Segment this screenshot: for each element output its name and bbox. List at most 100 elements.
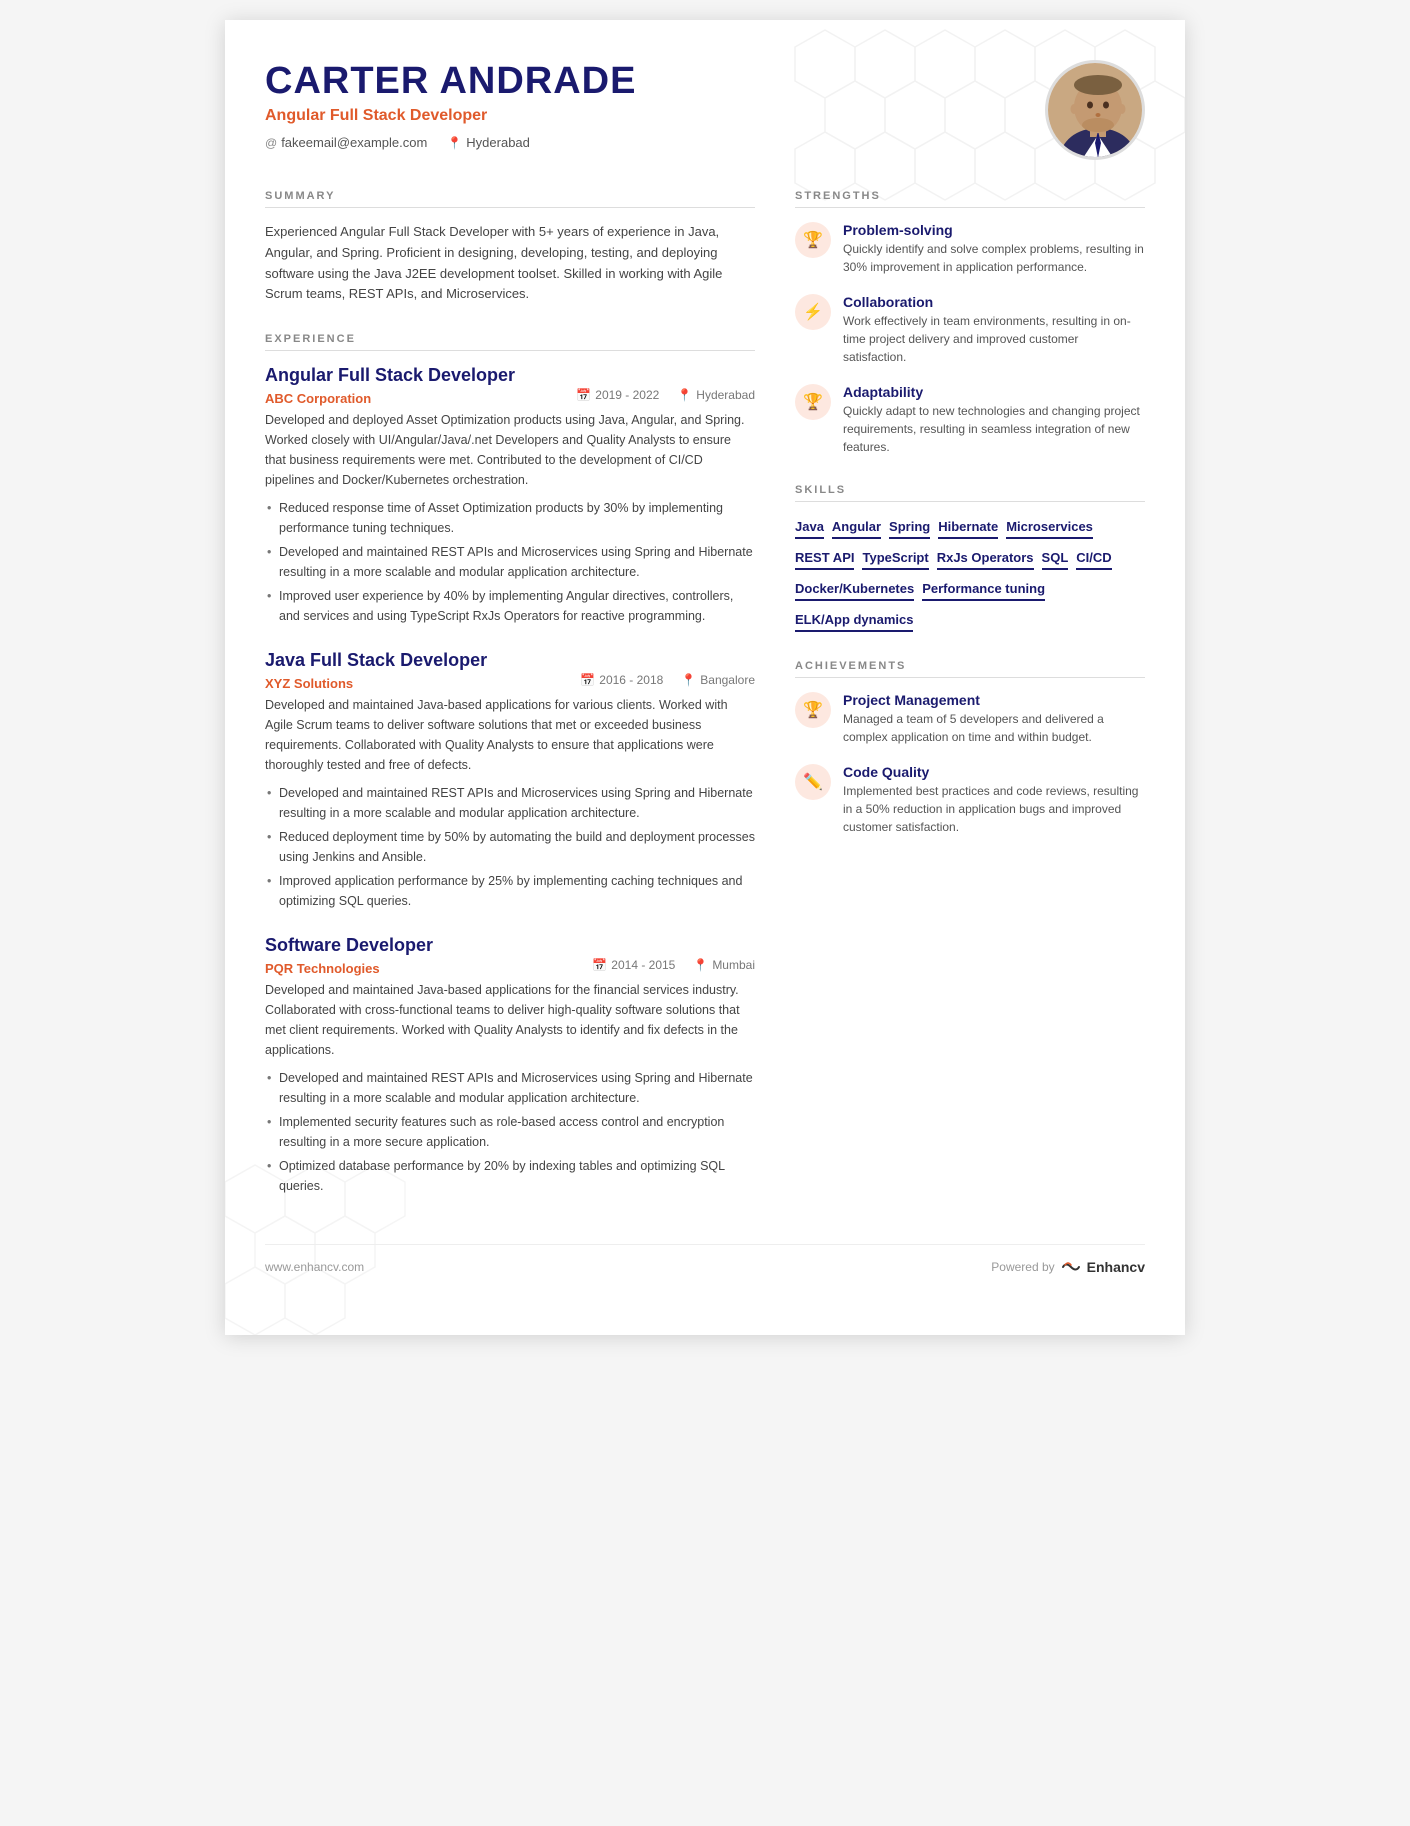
job-2-bullets: Developed and maintained REST APIs and M…: [265, 783, 755, 911]
achievement-1-desc: Managed a team of 5 developers and deliv…: [843, 710, 1145, 746]
skills-section: SKILLS Java Angular Spring Hibernate Mic…: [795, 484, 1145, 632]
summary-section: SUMMARY Experienced Angular Full Stack D…: [265, 190, 755, 305]
skill-elk: ELK/App dynamics: [795, 609, 913, 632]
job-3-meta: 📅 2014 - 2015 📍 Mumbai: [592, 958, 755, 972]
achievement-2-name: Code Quality: [843, 764, 1145, 780]
strength-3-name: Adaptability: [843, 384, 1145, 400]
powered-by-text: Powered by: [991, 1260, 1054, 1274]
job-1-title: Angular Full Stack Developer: [265, 365, 755, 386]
candidate-name: CARTER ANDRADE: [265, 60, 1045, 103]
candidate-title: Angular Full Stack Developer: [265, 107, 1045, 125]
achievement-icon-2: ✏️: [795, 764, 831, 800]
footer-website: www.enhancv.com: [265, 1260, 364, 1274]
location-contact: 📍 Hyderabad: [447, 135, 530, 150]
job-3-company: PQR Technologies: [265, 961, 380, 976]
job-2-bullet-3: Improved application performance by 25% …: [265, 871, 755, 911]
right-column: STRENGTHS 🏆 Problem-solving Quickly iden…: [795, 190, 1145, 1224]
job-1-desc: Developed and deployed Asset Optimizatio…: [265, 410, 755, 490]
skills-label: SKILLS: [795, 484, 1145, 502]
summary-label: SUMMARY: [265, 190, 755, 208]
job-2-bullet-2: Reduced deployment time by 50% by automa…: [265, 827, 755, 867]
achievement-icon-1: 🏆: [795, 692, 831, 728]
strength-problem-solving: 🏆 Problem-solving Quickly identify and s…: [795, 222, 1145, 276]
email-icon: @: [265, 136, 277, 150]
skill-performance: Performance tuning: [922, 578, 1045, 601]
location-value: Hyderabad: [466, 135, 530, 150]
skill-cicd: CI/CD: [1076, 547, 1111, 570]
job-angular-fullstack: Angular Full Stack Developer ABC Corpora…: [265, 365, 755, 626]
avatar: [1045, 60, 1145, 160]
job-3-bullet-2: Implemented security features such as ro…: [265, 1112, 755, 1152]
resume-footer: www.enhancv.com Powered by Enhancv: [265, 1244, 1145, 1275]
job-3-period: 📅 2014 - 2015: [592, 958, 675, 972]
skill-sql: SQL: [1042, 547, 1069, 570]
strength-collaboration: ⚡ Collaboration Work effectively in team…: [795, 294, 1145, 366]
contact-info: @ fakeemail@example.com 📍 Hyderabad: [265, 135, 1045, 150]
job-software-developer: Software Developer PQR Technologies 📅 20…: [265, 935, 755, 1196]
email-contact: @ fakeemail@example.com: [265, 135, 427, 150]
job-3-title: Software Developer: [265, 935, 755, 956]
job-1-bullets: Reduced response time of Asset Optimizat…: [265, 498, 755, 626]
pin-icon-3: 📍: [693, 958, 708, 972]
skills-grid: Java Angular Spring Hibernate Microservi…: [795, 516, 1145, 632]
achievements-label: ACHIEVEMENTS: [795, 660, 1145, 678]
strengths-section: STRENGTHS 🏆 Problem-solving Quickly iden…: [795, 190, 1145, 456]
resume-header: CARTER ANDRADE Angular Full Stack Develo…: [265, 60, 1145, 160]
skill-docker: Docker/Kubernetes: [795, 578, 914, 601]
job-3-location: 📍 Mumbai: [693, 958, 755, 972]
job-1-bullet-2: Developed and maintained REST APIs and M…: [265, 542, 755, 582]
job-2-period: 📅 2016 - 2018: [580, 673, 663, 687]
strengths-label: STRENGTHS: [795, 190, 1145, 208]
summary-text: Experienced Angular Full Stack Developer…: [265, 222, 755, 305]
experience-label: EXPERIENCE: [265, 333, 755, 351]
strength-1-desc: Quickly identify and solve complex probl…: [843, 240, 1145, 276]
job-2-bullet-1: Developed and maintained REST APIs and M…: [265, 783, 755, 823]
job-2-location: 📍 Bangalore: [681, 673, 755, 687]
strength-icon-2: ⚡: [795, 294, 831, 330]
job-1-meta: 📅 2019 - 2022 📍 Hyderabad: [576, 388, 755, 402]
job-3-bullets: Developed and maintained REST APIs and M…: [265, 1068, 755, 1196]
calendar-icon: 📅: [576, 388, 591, 402]
skill-hibernate: Hibernate: [938, 516, 998, 539]
main-layout: SUMMARY Experienced Angular Full Stack D…: [265, 190, 1145, 1224]
job-1-period: 📅 2019 - 2022: [576, 388, 659, 402]
job-1-bullet-3: Improved user experience by 40% by imple…: [265, 586, 755, 626]
calendar-icon-2: 📅: [580, 673, 595, 687]
achievement-project-mgmt: 🏆 Project Management Managed a team of 5…: [795, 692, 1145, 746]
skill-java: Java: [795, 516, 824, 539]
job-3-bullet-1: Developed and maintained REST APIs and M…: [265, 1068, 755, 1108]
footer-powered: Powered by Enhancv: [991, 1259, 1145, 1275]
achievement-1-name: Project Management: [843, 692, 1145, 708]
job-1-bullet-1: Reduced response time of Asset Optimizat…: [265, 498, 755, 538]
pin-icon: 📍: [677, 388, 692, 402]
achievement-code-quality: ✏️ Code Quality Implemented best practic…: [795, 764, 1145, 836]
strength-1-name: Problem-solving: [843, 222, 1145, 238]
job-1-company: ABC Corporation: [265, 391, 371, 406]
email-value: fakeemail@example.com: [281, 135, 427, 150]
enhancv-logo-mark: [1061, 1260, 1081, 1274]
skill-rest-api: REST API: [795, 547, 854, 570]
job-2-title: Java Full Stack Developer: [265, 650, 755, 671]
header-left: CARTER ANDRADE Angular Full Stack Develo…: [265, 60, 1045, 150]
achievements-section: ACHIEVEMENTS 🏆 Project Management Manage…: [795, 660, 1145, 836]
job-2-meta: 📅 2016 - 2018 📍 Bangalore: [580, 673, 755, 687]
location-icon: 📍: [447, 136, 462, 150]
skill-spring: Spring: [889, 516, 930, 539]
job-3-bullet-3: Optimized database performance by 20% by…: [265, 1156, 755, 1196]
job-1-location: 📍 Hyderabad: [677, 388, 755, 402]
skill-angular: Angular: [832, 516, 881, 539]
job-2-company: XYZ Solutions: [265, 676, 353, 691]
strength-adaptability: 🏆 Adaptability Quickly adapt to new tech…: [795, 384, 1145, 456]
brand-name: Enhancv: [1087, 1259, 1145, 1275]
experience-section: EXPERIENCE Angular Full Stack Developer …: [265, 333, 755, 1196]
skill-typescript: TypeScript: [862, 547, 928, 570]
job-java-fullstack: Java Full Stack Developer XYZ Solutions …: [265, 650, 755, 911]
strength-icon-1: 🏆: [795, 222, 831, 258]
achievement-2-desc: Implemented best practices and code revi…: [843, 782, 1145, 836]
skill-microservices: Microservices: [1006, 516, 1093, 539]
strength-icon-3: 🏆: [795, 384, 831, 420]
strength-3-desc: Quickly adapt to new technologies and ch…: [843, 402, 1145, 456]
strength-2-desc: Work effectively in team environments, r…: [843, 312, 1145, 366]
left-column: SUMMARY Experienced Angular Full Stack D…: [265, 190, 755, 1224]
calendar-icon-3: 📅: [592, 958, 607, 972]
